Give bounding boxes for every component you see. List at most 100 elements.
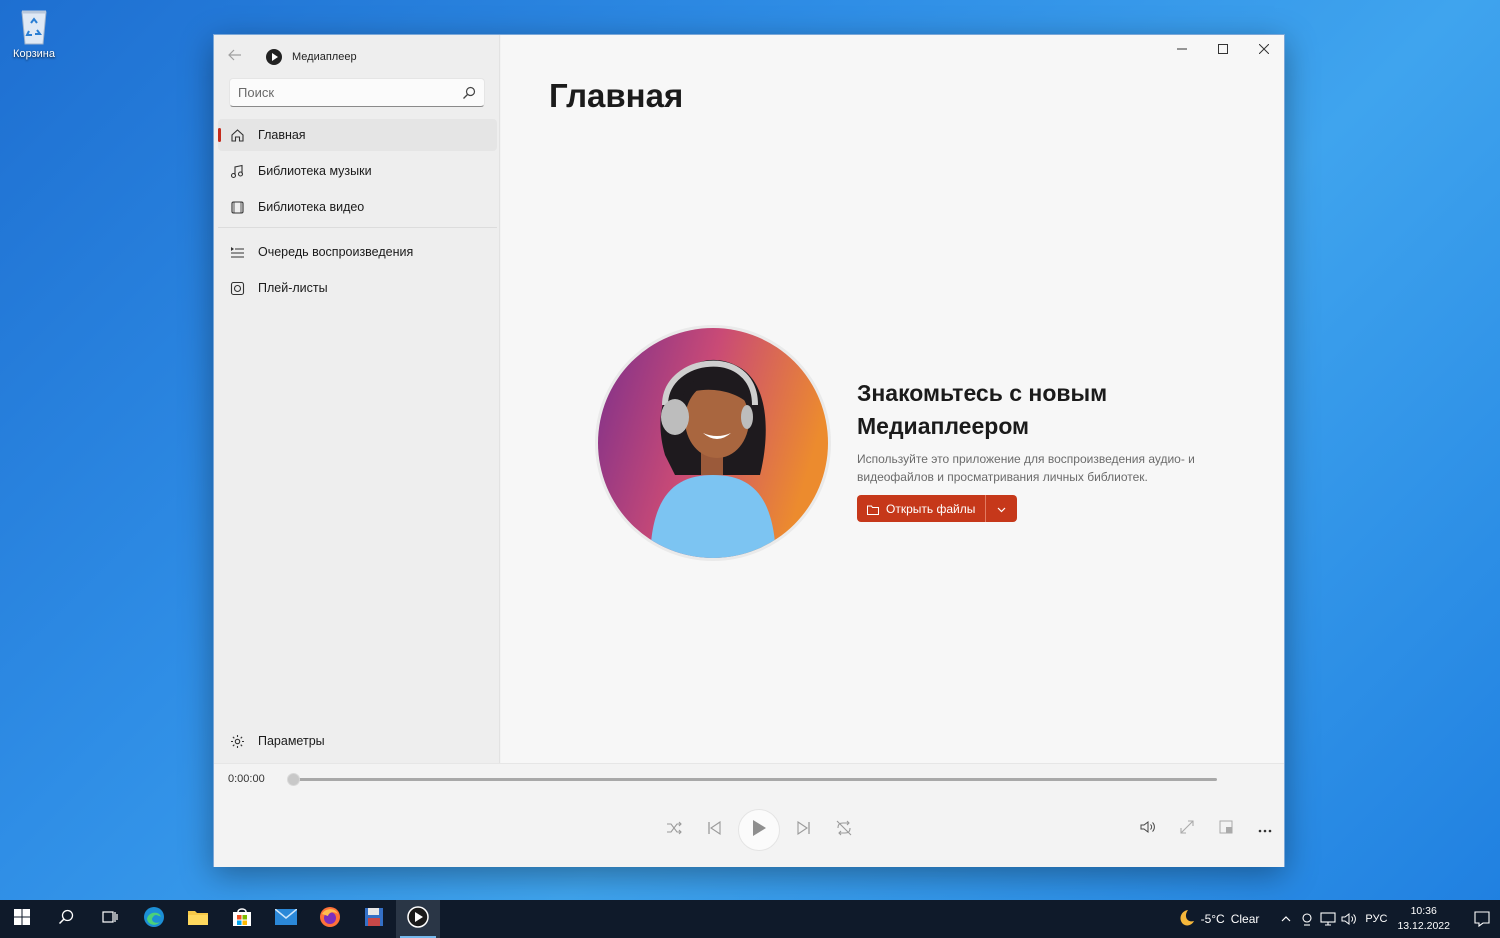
chevron-down-icon: [997, 500, 1006, 518]
seek-slider[interactable]: [287, 772, 1217, 786]
hero-heading: Знакомьтесь с новым Медиаплеером: [857, 380, 1108, 439]
previous-button[interactable]: [694, 810, 734, 850]
taskbar-media-player[interactable]: [396, 900, 440, 938]
repeat-off-icon: [836, 820, 852, 841]
network-icon[interactable]: [1317, 912, 1338, 926]
extra-controls: [1128, 809, 1284, 849]
speaker-icon[interactable]: [1338, 912, 1359, 926]
nav-item-settings[interactable]: Параметры: [218, 725, 497, 757]
playback-bar: 0:00:00: [214, 763, 1284, 867]
weather-condition: Clear: [1230, 912, 1260, 926]
system-tray: -5°C Clear РУС 10:36 13.12.2022: [1175, 900, 1500, 938]
start-button[interactable]: [0, 900, 44, 938]
folder-icon: [867, 504, 879, 515]
fullscreen-button[interactable]: [1167, 809, 1206, 849]
nav-item-playlists[interactable]: Плей-листы: [218, 272, 497, 304]
app-title: Медиаплеер: [292, 51, 357, 63]
nav-item-play-queue[interactable]: Очередь воспроизведения: [218, 236, 497, 268]
more-icon: [1258, 820, 1272, 838]
taskbar-search-button[interactable]: [44, 900, 88, 938]
title-bar: Медиаплеер: [228, 47, 357, 67]
nav-item-music-library[interactable]: Библиотека музыки: [218, 155, 497, 187]
floppy-disk-icon: [364, 907, 384, 932]
repeat-button[interactable]: [824, 810, 864, 850]
edge-icon: [143, 906, 165, 933]
more-options-button[interactable]: [1245, 809, 1284, 849]
seek-thumb[interactable]: [287, 773, 300, 786]
temperature: -5°C: [1200, 912, 1225, 926]
recycle-bin-icon: [17, 6, 51, 46]
store-icon: [232, 907, 252, 932]
volume-button[interactable]: [1128, 809, 1167, 849]
notification-center-icon[interactable]: [1464, 911, 1500, 927]
firefox-icon: [319, 906, 341, 933]
task-view-button[interactable]: [88, 900, 132, 938]
hero-text: Знакомьтесь с новым Медиаплеером Использ…: [857, 377, 1217, 522]
taskbar-edge[interactable]: [132, 900, 176, 938]
video-icon: [229, 199, 245, 215]
nav-item-label: Библиотека видео: [258, 200, 365, 214]
gear-icon: [229, 733, 245, 749]
mini-player-icon: [1219, 820, 1233, 839]
queue-icon: [229, 244, 245, 260]
transport-controls: [654, 809, 864, 851]
taskbar-firefox[interactable]: [308, 900, 352, 938]
play-button[interactable]: [738, 809, 780, 851]
close-button[interactable]: [1243, 35, 1284, 63]
clock[interactable]: 10:36 13.12.2022: [1397, 904, 1450, 934]
media-player-icon: [407, 905, 429, 933]
nav-item-label: Плей-листы: [258, 281, 328, 295]
current-time: 0:00:00: [228, 773, 265, 785]
chevron-up-icon[interactable]: [1275, 916, 1296, 922]
clock-date: 13.12.2022: [1397, 920, 1450, 932]
taskbar-mail[interactable]: [264, 900, 308, 938]
mail-icon: [274, 907, 298, 930]
play-icon: [751, 819, 767, 842]
media-player-window: Медиаплеер Главная Библиотека музыки: [213, 34, 1285, 867]
folder-icon: [188, 909, 208, 930]
taskbar-file-explorer[interactable]: [176, 900, 220, 938]
maximize-button[interactable]: [1202, 35, 1243, 63]
taskbar: -5°C Clear РУС 10:36 13.12.2022: [0, 900, 1500, 938]
settings-label: Параметры: [258, 734, 325, 748]
back-arrow-icon[interactable]: [228, 48, 248, 66]
search-icon[interactable]: [462, 86, 476, 100]
shuffle-icon: [666, 821, 682, 840]
taskbar-store[interactable]: [220, 900, 264, 938]
open-files-dropdown[interactable]: [986, 495, 1017, 522]
moon-icon: [1175, 908, 1195, 931]
minimize-button[interactable]: [1161, 35, 1202, 63]
main-content: Главная Знакомьтесь с новым Медиаплеером…: [501, 35, 1284, 763]
nav-item-label: Библиотека музыки: [258, 164, 372, 178]
nav-divider: [218, 227, 497, 228]
clock-time: 10:36: [1410, 905, 1437, 917]
home-icon: [229, 127, 245, 143]
skip-previous-icon: [707, 820, 721, 840]
window-controls: [1161, 35, 1284, 63]
taskbar-save-app[interactable]: [352, 900, 396, 938]
sidebar: Медиаплеер Главная Библиотека музыки: [214, 35, 500, 763]
shuffle-button[interactable]: [654, 810, 694, 850]
hero-description: Используйте это приложение для воспроизв…: [857, 452, 1195, 484]
nav-item-home[interactable]: Главная: [218, 119, 497, 151]
mini-player-button[interactable]: [1206, 809, 1245, 849]
seek-rail: [295, 778, 1217, 781]
recycle-bin-shortcut[interactable]: Корзина: [8, 6, 60, 60]
nav-item-video-library[interactable]: Библиотека видео: [218, 191, 497, 223]
next-button[interactable]: [784, 810, 824, 850]
task-view-icon: [102, 909, 118, 930]
open-files-button[interactable]: Открыть файлы: [857, 495, 987, 522]
nav-list: Главная Библиотека музыки Библиотека вид…: [218, 119, 497, 308]
open-files-split-button: Открыть файлы: [857, 495, 1018, 522]
fullscreen-icon: [1179, 819, 1194, 839]
playlist-icon: [229, 280, 245, 296]
search-input[interactable]: [238, 85, 462, 100]
volume-icon: [1140, 820, 1156, 839]
input-language[interactable]: РУС: [1365, 913, 1387, 925]
search-box: [229, 78, 485, 107]
skip-next-icon: [797, 820, 811, 840]
meet-now-icon[interactable]: [1296, 912, 1317, 926]
recycle-bin-label: Корзина: [13, 48, 55, 60]
search-icon: [58, 909, 74, 930]
weather-widget[interactable]: -5°C Clear: [1175, 908, 1260, 931]
